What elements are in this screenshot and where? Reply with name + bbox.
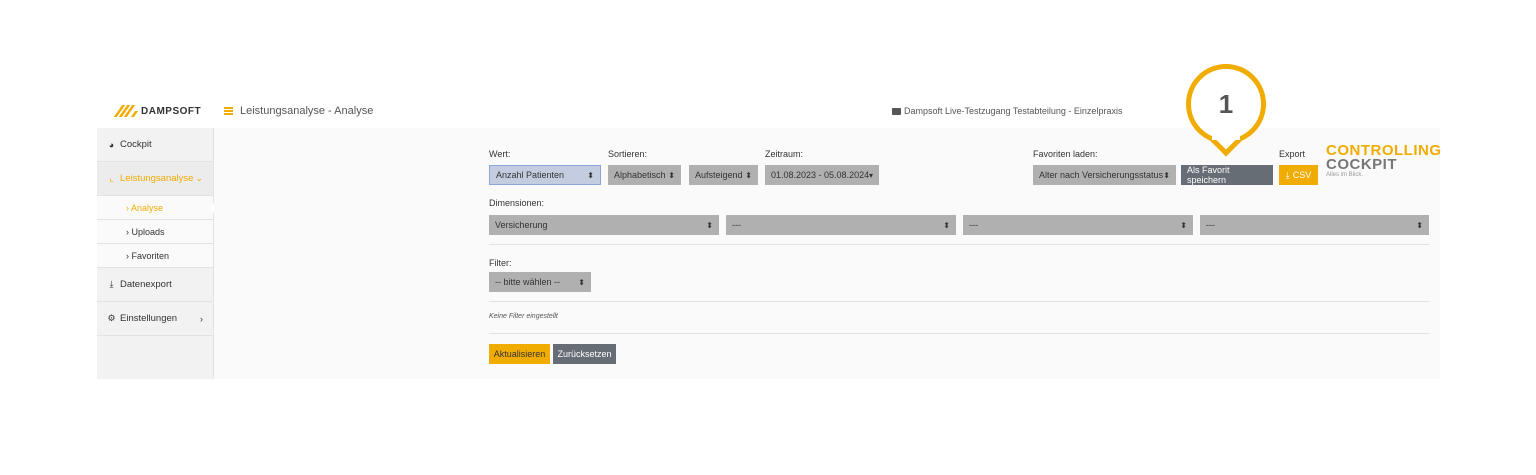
filter-label: Filter:: [489, 258, 512, 268]
favoriten-select[interactable]: Alter nach Versicherungsstatus ⬍: [1033, 165, 1176, 185]
sidebar-item-label: Leistungsanalyse: [120, 173, 194, 184]
hamburger-menu-icon[interactable]: [224, 107, 233, 115]
download-icon: ⤓: [109, 279, 114, 289]
dampsoft-logo[interactable]: DAMPSOFT: [113, 105, 202, 117]
sidebar-item-label: Datenexport: [120, 279, 172, 290]
caret-down-icon: ▾: [868, 170, 873, 180]
controlling-cockpit-logo: CONTROLLING COCKPIT Alles im Blick.: [1326, 143, 1442, 178]
filter-value: -- bitte wählen --: [495, 277, 561, 287]
sidebar-item-einstellungen[interactable]: ⚙ Einstellungen ›: [97, 302, 213, 336]
sort-direction-value: Aufsteigend: [695, 170, 743, 180]
filter-select[interactable]: -- bitte wählen -- ⬍: [489, 272, 591, 292]
gears-icon: ⚙: [107, 313, 116, 323]
sidebar-item-label: Cockpit: [120, 139, 152, 150]
favoriten-value: Alter nach Versicherungsstatus: [1039, 170, 1164, 180]
zeitraum-label: Zeitraum:: [765, 149, 804, 159]
sidebar-item-leistungsanalyse[interactable]: ⌞ Leistungsanalyse ⌄: [97, 162, 213, 196]
sort-arrows-icon: ⬍: [943, 220, 950, 230]
dimension-value: ---: [732, 220, 741, 230]
export-label: Export: [1279, 149, 1306, 159]
briefcase-icon: [892, 107, 901, 115]
sort-arrows-icon: ⬍: [1416, 220, 1423, 230]
divider: [489, 333, 1429, 334]
sidebar-subitem-favoriten[interactable]: › Favoriten: [97, 244, 213, 268]
dashboard-icon: ◕: [108, 139, 115, 150]
callout-number: 1: [1218, 88, 1234, 119]
sortieren-label: Sortieren:: [608, 149, 648, 159]
dimension-value: ---: [969, 220, 978, 230]
zeitraum-value: 01.08.2023 - 05.08.2024: [771, 170, 870, 180]
csv-label: CSV: [1292, 170, 1312, 180]
sidebar-item-label: Einstellungen: [120, 313, 178, 324]
favoriten-label: Favoriten laden:: [1033, 149, 1098, 159]
wert-select-value: Anzahl Patienten: [496, 170, 565, 180]
sidebar-item-cockpit[interactable]: ◕ Cockpit: [97, 128, 213, 162]
dimension-select-3[interactable]: --- ⬍: [963, 215, 1193, 235]
no-filter-text: Keine Filter eingestellt: [489, 313, 558, 320]
sort-field-select[interactable]: Alphabetisch ⬍: [608, 165, 681, 185]
sort-arrows-icon: ⬍: [587, 170, 594, 180]
sort-arrows-icon: ⬍: [578, 277, 585, 287]
divider: [489, 301, 1429, 302]
sort-arrows-icon: ⬍: [668, 170, 675, 180]
sort-field-value: Alphabetisch: [614, 170, 666, 180]
sort-direction-select[interactable]: Aufsteigend ⬍: [689, 165, 758, 185]
save-favorite-button[interactable]: Als Favorit speichern: [1181, 165, 1273, 185]
zeitraum-picker[interactable]: 01.08.2023 - 05.08.2024 ▾: [765, 165, 879, 185]
wert-select[interactable]: Anzahl Patienten ⬍: [489, 165, 601, 185]
wert-label: Wert:: [489, 149, 511, 159]
account-label: Dampsoft Live-Testzugang Testabteilung -…: [904, 106, 1123, 116]
csv-export-button[interactable]: ⤓ CSV: [1279, 165, 1318, 185]
sort-arrows-icon: ⬍: [745, 170, 752, 180]
dimension-select-1[interactable]: Versicherung ⬍: [489, 215, 719, 235]
dimensionen-label: Dimensionen:: [489, 198, 545, 208]
reset-button[interactable]: Zurücksetzen: [553, 344, 616, 364]
sort-arrows-icon: ⬍: [1180, 220, 1187, 230]
dimension-value: ---: [1206, 220, 1215, 230]
dimension-select-2[interactable]: --- ⬍: [726, 215, 956, 235]
divider: [489, 244, 1429, 245]
sidebar-subitem-analyse[interactable]: › Analyse: [97, 196, 214, 220]
brand-name: DAMPSOFT: [141, 105, 202, 117]
chart-icon: ⌞: [109, 173, 114, 183]
update-button[interactable]: Aktualisieren: [489, 344, 550, 364]
dimension-value: Versicherung: [495, 220, 548, 230]
sort-arrows-icon: ⬍: [706, 220, 713, 230]
chevron-right-icon: ›: [200, 313, 203, 324]
account-info: Dampsoft Live-Testzugang Testabteilung -…: [892, 106, 1122, 116]
dimension-select-4[interactable]: --- ⬍: [1200, 215, 1429, 235]
callout-marker: 1: [1186, 64, 1266, 160]
dampsoft-logo-mark-icon: [113, 105, 139, 117]
sidebar: ◕ Cockpit ⌞ Leistungsanalyse ⌄ › Analyse…: [97, 128, 214, 379]
page-title: Leistungsanalyse - Analyse: [240, 105, 374, 117]
sort-arrows-icon: ⬍: [1163, 170, 1170, 180]
download-icon: ⤓: [1285, 169, 1290, 180]
chevron-down-icon: ⌄: [195, 173, 203, 183]
sidebar-subitem-uploads[interactable]: › Uploads: [97, 220, 213, 244]
sidebar-item-datenexport[interactable]: ⤓ Datenexport: [97, 268, 213, 302]
logo-line-2: COCKPIT: [1326, 156, 1397, 173]
